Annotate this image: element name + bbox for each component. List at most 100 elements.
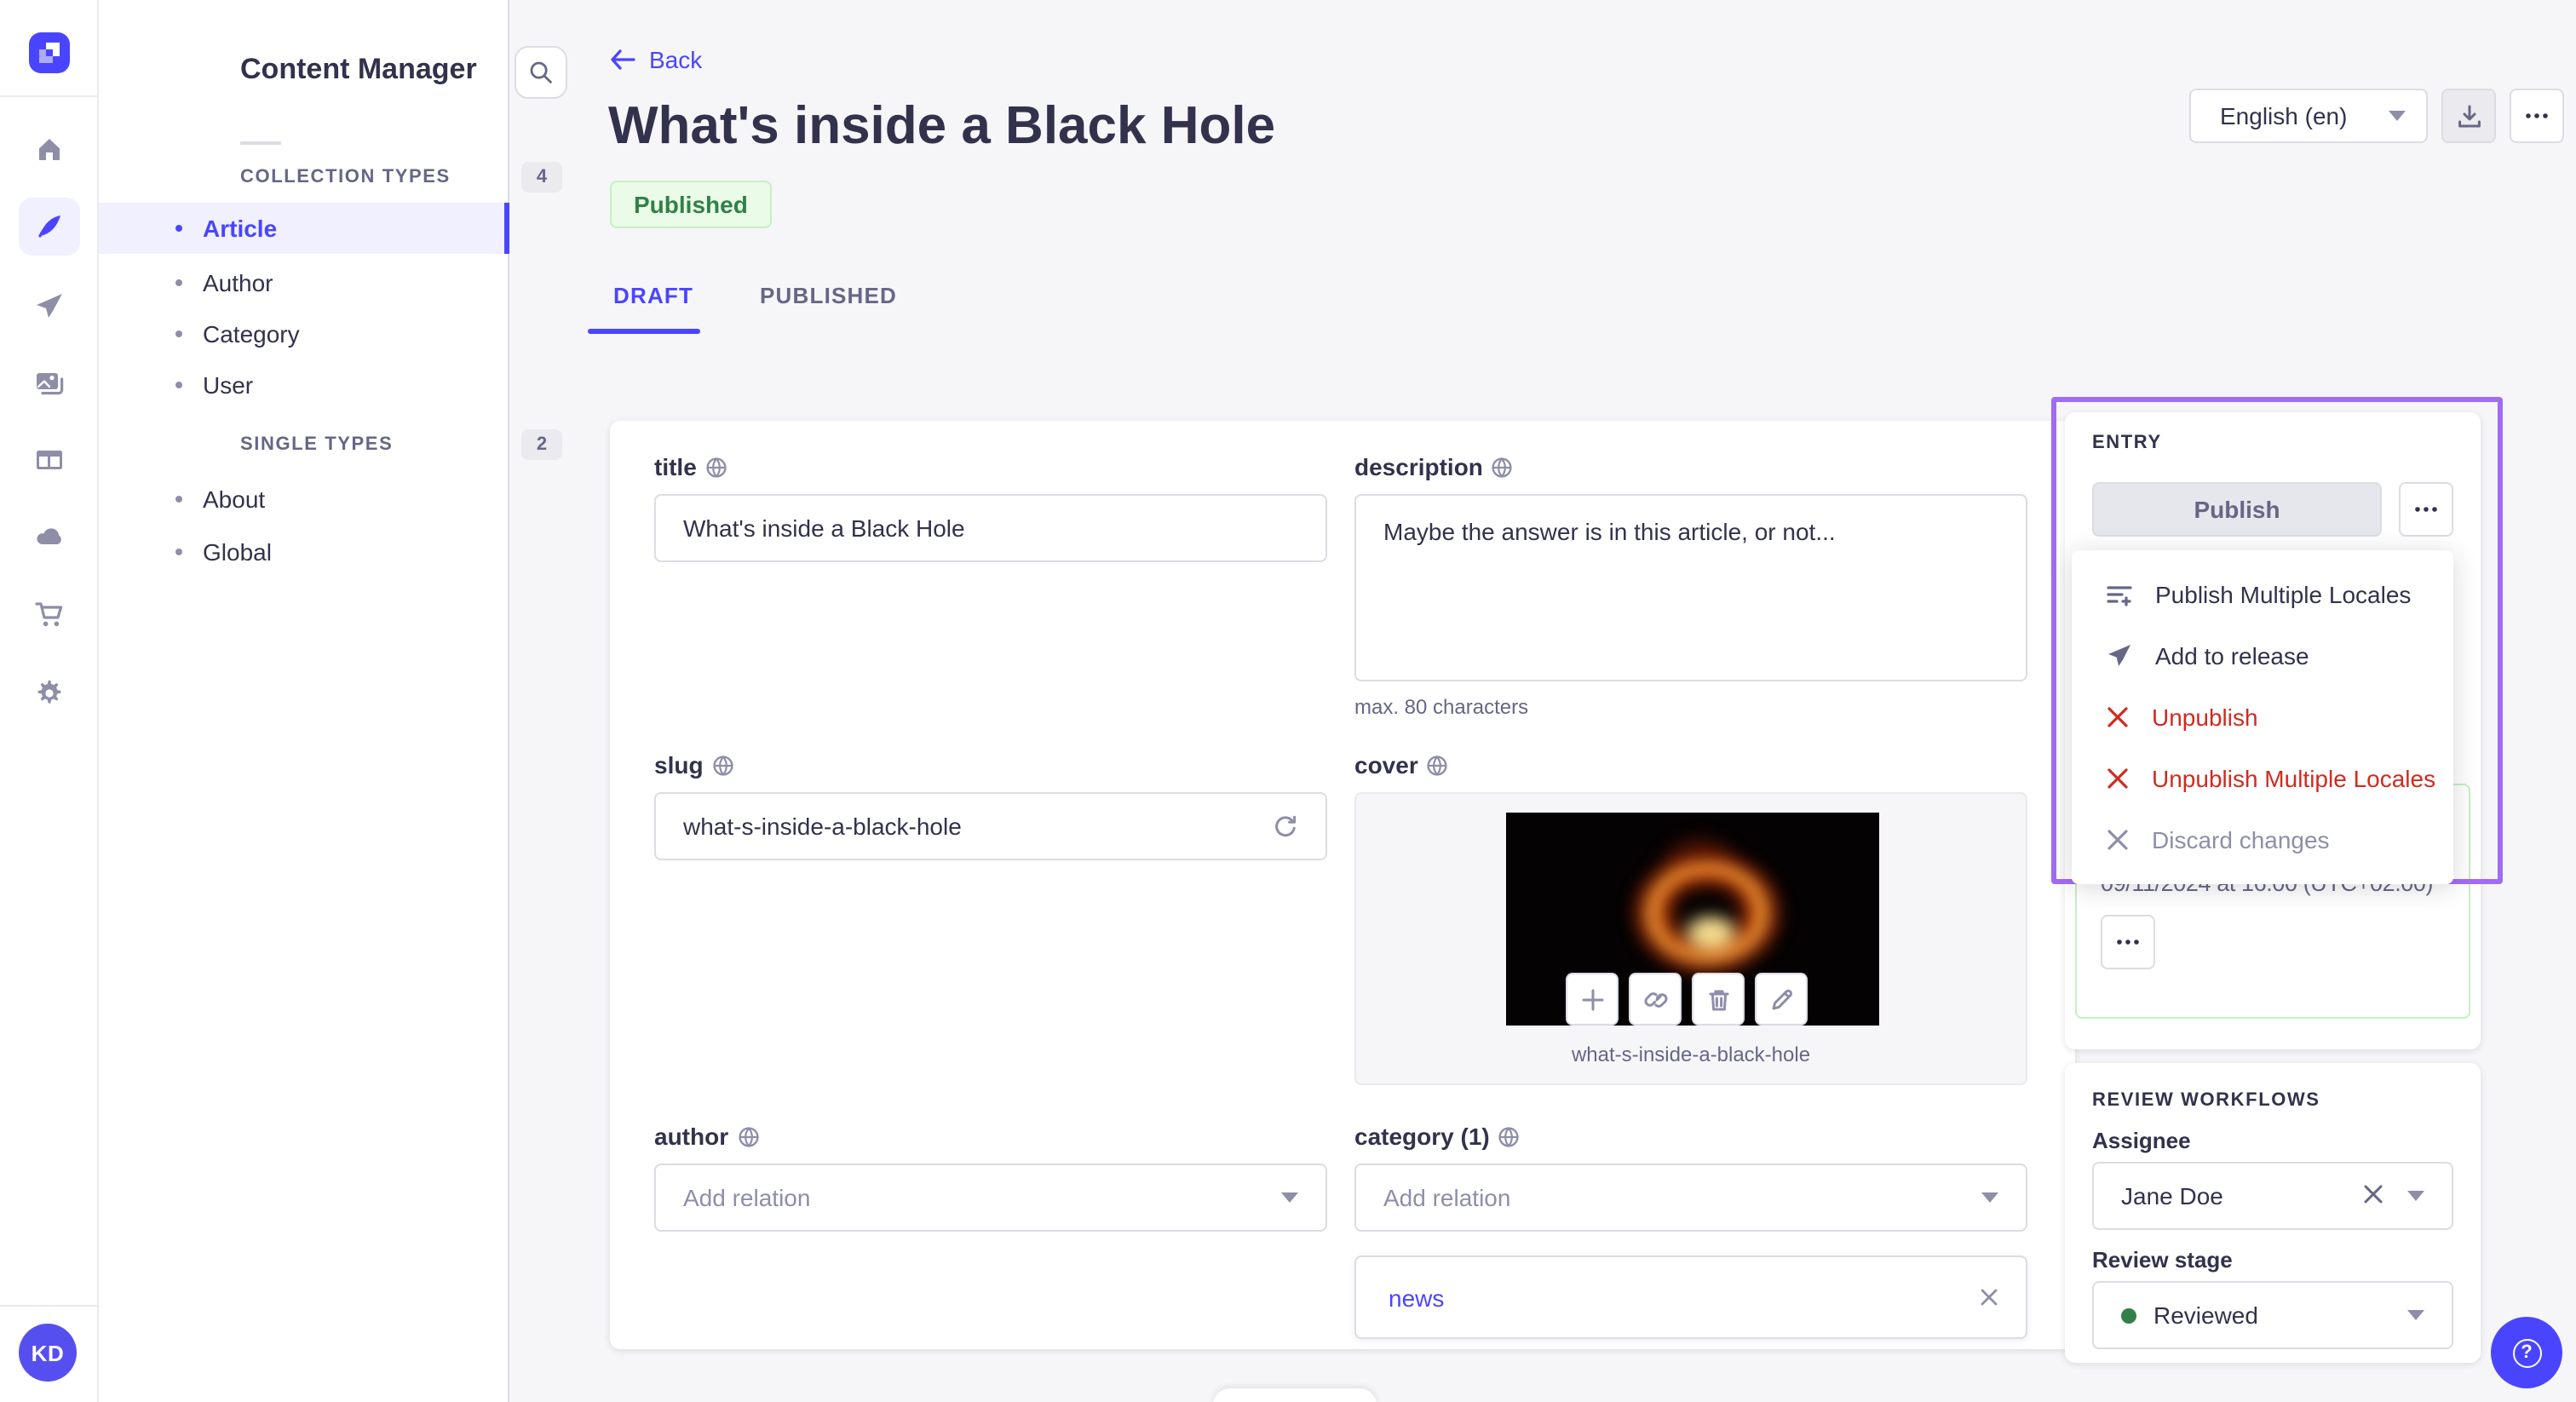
slug-field-label: slug [654,751,734,779]
publish-options-menu: Publish Multiple Locales Add to release … [2072,550,2453,884]
chevron-down-icon [2407,1310,2424,1320]
review-stage-combobox[interactable]: Reviewed [2092,1281,2453,1349]
header-more-button[interactable] [2510,89,2564,143]
tab-draft[interactable]: DRAFT [613,283,693,308]
author-field-label: author [654,1123,759,1150]
marketplace-icon[interactable] [19,586,80,644]
sidebar-divider [240,141,281,145]
clear-assignee-icon[interactable] [2363,1181,2383,1210]
cover-caption: what-s-inside-a-black-hole [1571,1043,1811,1066]
category-field-label: category (1) [1354,1123,1521,1150]
content-type-builder-icon[interactable] [19,431,80,489]
description-textarea[interactable]: Maybe the answer is in this article, or … [1354,494,2027,681]
list-plus-icon [2106,581,2133,608]
title-input[interactable]: What's inside a Black Hole [654,494,1327,562]
search-button[interactable] [515,46,567,99]
export-button[interactable] [2441,89,2496,143]
strapi-logo[interactable] [29,32,70,73]
plus-icon [1580,987,1604,1011]
release-more-button[interactable] [2101,915,2155,969]
sidebar-title: Content Manager [240,53,477,85]
trash-icon [1706,987,1730,1011]
menu-item-add-to-release[interactable]: Add to release [2072,625,2453,687]
rail-divider [0,95,99,97]
question-mark-icon: ? [2512,1338,2541,1367]
publish-button[interactable]: Publish [2092,482,2382,537]
releases-icon[interactable] [19,278,80,336]
menu-item-unpublish[interactable]: Unpublish [2072,687,2453,748]
section-single-types: SINGLE TYPES [240,434,394,455]
cross-icon [2106,767,2130,790]
slug-input[interactable]: what-s-inside-a-black-hole [654,792,1327,860]
globe-icon [1492,456,1514,478]
edit-asset-button[interactable] [1755,973,1808,1026]
page-title: What's inside a Black Hole [608,95,1276,155]
cross-icon [2106,705,2130,729]
locale-select[interactable]: English (en) [2189,89,2428,143]
menu-item-publish-multiple-locales[interactable]: Publish Multiple Locales [2072,564,2453,625]
globe-icon [737,1125,759,1147]
bullet-icon [175,225,182,232]
category-relation-combobox[interactable]: Add relation [1354,1164,2027,1232]
menu-item-discard-changes[interactable]: Discard changes [2072,809,2453,871]
rail-divider-bottom [0,1305,99,1307]
entry-more-button[interactable] [2399,482,2453,537]
help-button[interactable]: ? [2491,1317,2562,1388]
assignee-label: Assignee [2092,1128,2191,1153]
globe-icon [705,456,727,478]
description-field-label: description [1354,453,1514,480]
bullet-icon [175,496,182,503]
link-icon [1643,987,1667,1011]
chevron-down-icon [2389,111,2406,121]
review-workflows-title: REVIEW WORKFLOWS [2092,1090,2320,1111]
sidebar-item-article[interactable]: Article [99,203,509,254]
sidebar-item-author[interactable]: Author [99,257,509,308]
description-helper-text: max. 80 characters [1354,695,1529,719]
media-library-icon[interactable] [19,354,80,412]
globe-icon [712,754,734,776]
more-dots-icon [2525,112,2549,119]
single-types-count: 2 [521,429,562,460]
sidebar-item-about[interactable]: About [99,474,509,525]
delete-asset-button[interactable] [1692,973,1745,1026]
bottom-toolbar-edge [1213,1388,1377,1402]
bullet-icon [175,549,182,555]
remove-relation-icon[interactable] [1980,1288,1998,1307]
content-manager-sidebar: Content Manager COLLECTION TYPES 4 Artic… [99,0,567,1402]
paper-plane-icon [2106,642,2133,669]
relation-item-news[interactable]: news [1354,1255,2027,1339]
arrow-left-icon [610,49,635,70]
chevron-down-icon [2407,1191,2424,1201]
status-badge: Published [610,181,772,228]
copy-link-button[interactable] [1629,973,1682,1026]
settings-icon[interactable] [19,664,80,722]
tab-published[interactable]: PUBLISHED [760,283,897,308]
title-field-label: title [654,453,727,480]
content-manager-icon[interactable] [19,198,80,256]
review-stage-label: Review stage [2092,1247,2233,1273]
icon-rail: KD [0,0,99,1402]
add-asset-button[interactable] [1566,973,1619,1026]
entry-panel-title: ENTRY [2092,433,2162,453]
assignee-combobox[interactable]: Jane Doe [2092,1162,2453,1230]
back-link[interactable]: Back [610,46,702,73]
regenerate-icon[interactable] [1273,813,1298,839]
menu-item-unpublish-multiple-locales[interactable]: Unpublish Multiple Locales [2072,748,2453,809]
avatar[interactable]: KD [19,1324,77,1382]
section-collection-types: COLLECTION TYPES [240,167,451,187]
author-relation-combobox[interactable]: Add relation [654,1164,1327,1232]
bullet-icon [175,279,182,286]
deploy-icon[interactable] [19,508,80,566]
sidebar-item-category[interactable]: Category [99,308,509,359]
bullet-icon [175,382,182,388]
sidebar-item-user[interactable]: User [99,359,509,411]
cross-icon [2106,828,2130,852]
collection-types-count: 4 [521,162,562,192]
active-tab-indicator [588,329,700,334]
globe-icon [1427,754,1449,776]
sidebar-item-global[interactable]: Global [99,526,509,577]
globe-icon [1498,1125,1521,1147]
stage-color-dot [2121,1307,2136,1323]
cover-toolbar [1566,973,1808,1026]
home-icon[interactable] [19,121,80,179]
